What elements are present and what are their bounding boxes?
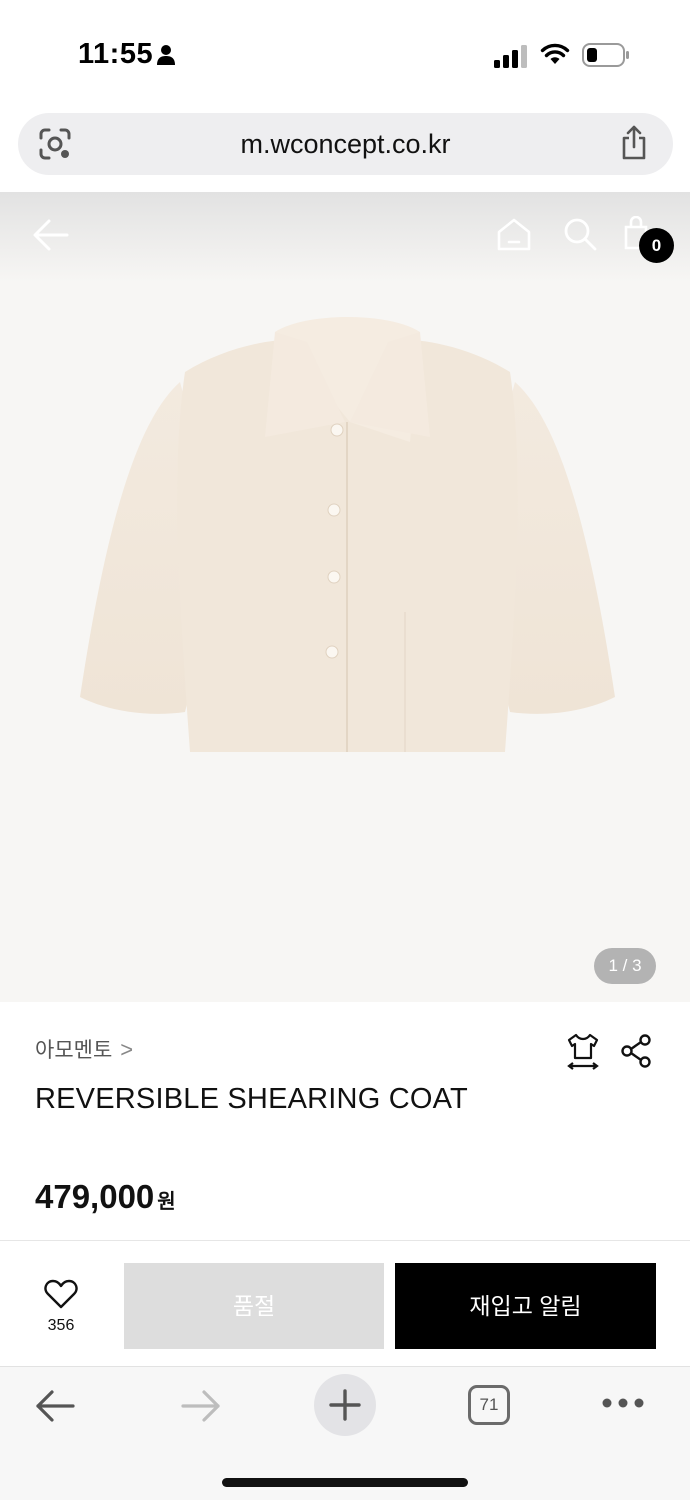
url-text[interactable]: m.wconcept.co.kr bbox=[18, 129, 673, 160]
signal-icon bbox=[494, 45, 527, 68]
browser-forward-icon[interactable] bbox=[180, 1389, 222, 1423]
status-time: 11:55 bbox=[78, 38, 154, 70]
heart-icon[interactable] bbox=[44, 1279, 78, 1309]
new-tab-button[interactable] bbox=[314, 1374, 376, 1436]
price-row: 479,000 원 bbox=[35, 1178, 176, 1216]
chevron-right-icon: > bbox=[120, 1037, 134, 1062]
purchase-action-bar: 356 품절 재입고 알림 bbox=[0, 1240, 690, 1366]
soldout-button: 품절 bbox=[124, 1263, 384, 1349]
restock-alert-button[interactable]: 재입고 알림 bbox=[395, 1263, 656, 1349]
plus-icon[interactable] bbox=[329, 1389, 361, 1421]
product-name: REVERSIBLE SHEARING COAT bbox=[35, 1083, 468, 1115]
size-guide-icon[interactable] bbox=[566, 1032, 600, 1070]
brand-name[interactable]: 아모멘토 bbox=[35, 1039, 112, 1062]
battery-icon bbox=[582, 43, 629, 67]
wishlist-button[interactable]: 356 bbox=[30, 1279, 92, 1339]
back-arrow-icon[interactable] bbox=[32, 218, 70, 252]
price-currency: 원 bbox=[157, 1191, 176, 1213]
product-image-gallery[interactable]: 0 1 / 3 bbox=[0, 192, 690, 1002]
status-bar: 11:55 bbox=[0, 0, 690, 105]
search-icon[interactable] bbox=[562, 216, 598, 252]
browser-toolbar: 71 bbox=[0, 1366, 690, 1500]
share-network-icon[interactable] bbox=[620, 1034, 652, 1068]
tabs-button[interactable]: 71 bbox=[468, 1385, 510, 1425]
image-pager: 1 / 3 bbox=[594, 948, 656, 984]
home-icon[interactable] bbox=[496, 216, 532, 252]
person-icon bbox=[157, 45, 175, 65]
product-photo bbox=[80, 317, 615, 752]
wifi-icon bbox=[540, 43, 570, 64]
browser-back-icon[interactable] bbox=[34, 1389, 76, 1423]
address-bar[interactable]: m.wconcept.co.kr bbox=[18, 113, 673, 175]
cart-count-badge[interactable]: 0 bbox=[639, 228, 674, 263]
home-indicator bbox=[222, 1478, 468, 1487]
price-value: 479,000 bbox=[35, 1178, 155, 1215]
share-icon[interactable] bbox=[619, 125, 649, 161]
more-icon[interactable] bbox=[602, 1397, 644, 1409]
brand-link[interactable]: 아모멘토 > bbox=[35, 1034, 133, 1064]
wish-count: 356 bbox=[47, 1317, 75, 1334]
